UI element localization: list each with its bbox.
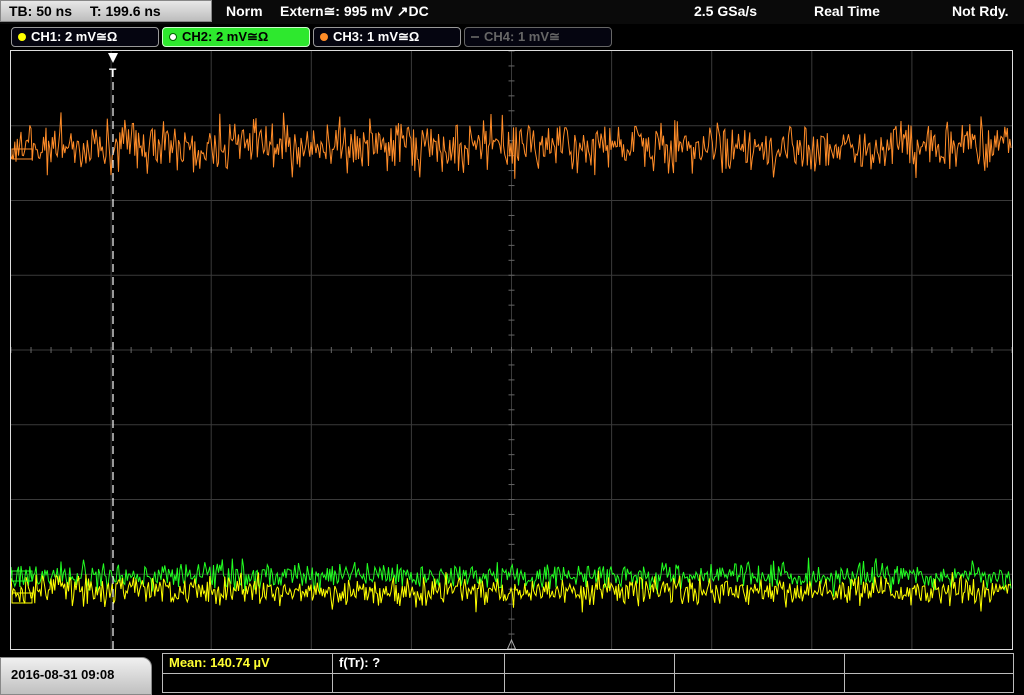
channel-1-button[interactable]: CH1: 2 mV≅Ω (11, 27, 159, 47)
measurement-slot-8[interactable] (505, 673, 675, 692)
measurement-slot-5[interactable] (845, 654, 1013, 673)
timebase-panel[interactable]: TB: 50 ns T: 199.6 ns (0, 0, 212, 22)
channel-4-button[interactable]: CH4: 1 mV≅ (464, 27, 612, 47)
graticule (11, 51, 1012, 649)
waveform-display[interactable]: T (10, 50, 1013, 650)
trigger-time-value: T: 199.6 ns (89, 3, 161, 19)
channel-2-label: CH2: 2 mV≅Ω (182, 29, 269, 44)
measurement-panel[interactable]: Mean: 140.74 µV f(Tr): ? (162, 653, 1014, 693)
measurement-slot-6[interactable] (163, 673, 333, 692)
channel-3-button[interactable]: CH3: 1 mV≅Ω (313, 27, 461, 47)
channel-3-dot-icon (320, 33, 328, 41)
rise-time-measurement[interactable]: f(Tr): ? (333, 654, 505, 673)
channel-2-button[interactable]: CH2: 2 mV≅Ω (162, 27, 310, 47)
measurement-slot-4[interactable] (675, 654, 845, 673)
bottom-bar: 2016-08-31 09:08 Mean: 140.74 µV f(Tr): … (0, 653, 1024, 695)
channel-4-label: CH4: 1 mV≅ (484, 29, 560, 44)
trigger-position-icon[interactable] (108, 53, 118, 63)
trigger-source[interactable]: Extern≅: 995 mV ↗DC (280, 3, 429, 20)
measurement-slot-3[interactable] (505, 654, 675, 673)
acquisition-mode[interactable]: Real Time (814, 3, 880, 19)
timebase-value: TB: 50 ns (9, 3, 73, 19)
status-bar: TB: 50 ns T: 199.6 ns Norm Extern≅: 995 … (0, 0, 1024, 24)
channel-1-label: CH1: 2 mV≅Ω (31, 29, 118, 44)
measurement-slot-7[interactable] (333, 673, 505, 692)
channel-3-label: CH3: 1 mV≅Ω (333, 29, 420, 44)
channel-4-dash-icon (471, 36, 479, 38)
waveform-canvas[interactable]: T (11, 51, 1012, 649)
datetime-display[interactable]: 2016-08-31 09:08 (0, 657, 152, 695)
ready-state: Not Rdy. (952, 3, 1009, 19)
trigger-marker-label: T (109, 66, 117, 80)
channel-bar: CH1: 2 mV≅Ω CH2: 2 mV≅Ω CH3: 1 mV≅Ω CH4:… (0, 27, 1024, 49)
mean-measurement[interactable]: Mean: 140.74 µV (163, 654, 333, 673)
measurement-slot-10[interactable] (845, 673, 1013, 692)
measurement-slot-9[interactable] (675, 673, 845, 692)
channel-1-offset-marker[interactable] (11, 592, 33, 604)
sample-rate[interactable]: 2.5 GSa/s (694, 3, 757, 19)
channel-2-dot-icon (169, 33, 177, 41)
channel-1-dot-icon (18, 33, 26, 41)
trigger-mode[interactable]: Norm (226, 3, 263, 19)
